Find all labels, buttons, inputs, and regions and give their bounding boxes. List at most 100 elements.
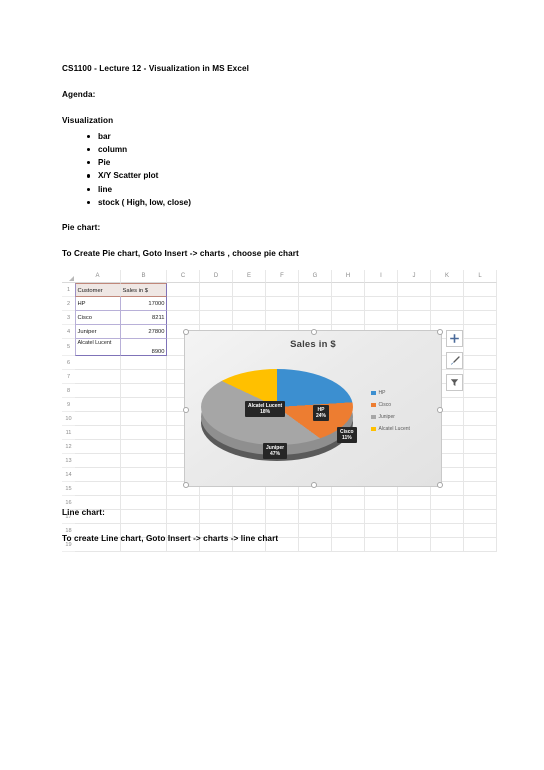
cell-b9[interactable]: [121, 398, 167, 412]
cell-l4[interactable]: [464, 325, 497, 339]
row-header[interactable]: 11: [62, 426, 75, 440]
cell-b14[interactable]: [121, 468, 167, 482]
legend-item-juniper[interactable]: Juniper: [371, 411, 433, 423]
cell-b5[interactable]: 8900: [121, 339, 167, 356]
cell-a9[interactable]: [75, 398, 121, 412]
cell-b12[interactable]: [121, 440, 167, 454]
resize-handle-top-middle[interactable]: [311, 329, 317, 335]
cell-a10[interactable]: [75, 412, 121, 426]
legend-item-cisco[interactable]: Cisco: [371, 399, 433, 411]
row-header[interactable]: 3: [62, 311, 75, 325]
cell-a11[interactable]: [75, 426, 121, 440]
cell-b10[interactable]: [121, 412, 167, 426]
cell-f2[interactable]: [266, 297, 299, 311]
cell-f1[interactable]: [266, 283, 299, 297]
cell-b2[interactable]: 17000: [121, 297, 167, 311]
cell-k1[interactable]: [431, 283, 464, 297]
select-all-corner[interactable]: [62, 270, 75, 283]
cell-c3[interactable]: [167, 311, 200, 325]
cell-a7[interactable]: [75, 370, 121, 384]
resize-handle-top-right[interactable]: [437, 329, 443, 335]
pie-plot-area[interactable]: Alcatel Lucent 18% HP 24% Cisco 11% Juni…: [201, 363, 357, 471]
cell-a1[interactable]: Customer: [75, 283, 121, 297]
cell-f3[interactable]: [266, 311, 299, 325]
resize-handle-bottom-left[interactable]: [183, 482, 189, 488]
cell-l3[interactable]: [464, 311, 497, 325]
legend-item-hp[interactable]: HP: [371, 387, 433, 399]
resize-handle-middle-right[interactable]: [437, 406, 443, 413]
cell-l8[interactable]: [464, 384, 497, 398]
cell-l1[interactable]: [464, 283, 497, 297]
cell-d1[interactable]: [200, 283, 233, 297]
column-header-j[interactable]: J: [398, 270, 431, 283]
resize-handle-bottom-right[interactable]: [437, 482, 443, 488]
row-header[interactable]: 5: [62, 339, 75, 356]
embedded-chart[interactable]: Sales in $ Alcatel Lucent 18% HP 24% Cis…: [183, 329, 443, 488]
cell-k2[interactable]: [431, 297, 464, 311]
cell-h1[interactable]: [332, 283, 365, 297]
cell-b8[interactable]: [121, 384, 167, 398]
cell-a12[interactable]: [75, 440, 121, 454]
cell-g1[interactable]: [299, 283, 332, 297]
column-header-f[interactable]: F: [266, 270, 299, 283]
cell-i1[interactable]: [365, 283, 398, 297]
cell-l15[interactable]: [464, 482, 497, 496]
cell-i2[interactable]: [365, 297, 398, 311]
cell-l12[interactable]: [464, 440, 497, 454]
cell-b6[interactable]: [121, 356, 167, 370]
cell-b11[interactable]: [121, 426, 167, 440]
row-header[interactable]: 2: [62, 297, 75, 311]
resize-handle-middle-left[interactable]: [183, 406, 189, 413]
cell-g3[interactable]: [299, 311, 332, 325]
row-header[interactable]: 12: [62, 440, 75, 454]
column-header-g[interactable]: G: [299, 270, 332, 283]
cell-l2[interactable]: [464, 297, 497, 311]
cell-a15[interactable]: [75, 482, 121, 496]
cell-a4[interactable]: Juniper: [75, 325, 121, 339]
cell-d3[interactable]: [200, 311, 233, 325]
cell-h2[interactable]: [332, 297, 365, 311]
data-label-juniper[interactable]: Juniper 47%: [263, 443, 288, 460]
cell-l10[interactable]: [464, 412, 497, 426]
cell-j3[interactable]: [398, 311, 431, 325]
chart-elements-button[interactable]: [446, 330, 463, 347]
legend-item-alcatel-lucent[interactable]: Alcatel Lucent: [371, 423, 433, 435]
chart-title[interactable]: Sales in $: [185, 339, 441, 350]
cell-l13[interactable]: [464, 454, 497, 468]
cell-c1[interactable]: [167, 283, 200, 297]
row-header[interactable]: 6: [62, 356, 75, 370]
column-header-h[interactable]: H: [332, 270, 365, 283]
cell-b15[interactable]: [121, 482, 167, 496]
chart-legend[interactable]: HP Cisco Juniper Alcatel Lucent: [371, 387, 433, 435]
column-header-b[interactable]: B: [121, 270, 167, 283]
column-header-e[interactable]: E: [233, 270, 266, 283]
cell-a6[interactable]: [75, 356, 121, 370]
row-header[interactable]: 7: [62, 370, 75, 384]
column-header-l[interactable]: L: [464, 270, 497, 283]
cell-b1[interactable]: Sales in $: [121, 283, 167, 297]
data-label-alcatel-lucent[interactable]: Alcatel Lucent 18%: [245, 401, 286, 418]
cell-d2[interactable]: [200, 297, 233, 311]
cell-l7[interactable]: [464, 370, 497, 384]
cell-a2[interactable]: HP: [75, 297, 121, 311]
cell-a14[interactable]: [75, 468, 121, 482]
row-header[interactable]: 10: [62, 412, 75, 426]
cell-e1[interactable]: [233, 283, 266, 297]
cell-e2[interactable]: [233, 297, 266, 311]
cell-k3[interactable]: [431, 311, 464, 325]
row-header[interactable]: 15: [62, 482, 75, 496]
cell-a5[interactable]: Alcatel Lucent: [75, 339, 121, 356]
cell-c2[interactable]: [167, 297, 200, 311]
cell-i3[interactable]: [365, 311, 398, 325]
cell-a13[interactable]: [75, 454, 121, 468]
row-header[interactable]: 9: [62, 398, 75, 412]
row-header[interactable]: 1: [62, 283, 75, 297]
resize-handle-top-left[interactable]: [183, 329, 189, 335]
cell-b4[interactable]: 27800: [121, 325, 167, 339]
row-header[interactable]: 4: [62, 325, 75, 339]
cell-b13[interactable]: [121, 454, 167, 468]
column-header-i[interactable]: I: [365, 270, 398, 283]
cell-l5[interactable]: [464, 339, 497, 356]
chart-filters-button[interactable]: [446, 374, 463, 391]
cell-l14[interactable]: [464, 468, 497, 482]
